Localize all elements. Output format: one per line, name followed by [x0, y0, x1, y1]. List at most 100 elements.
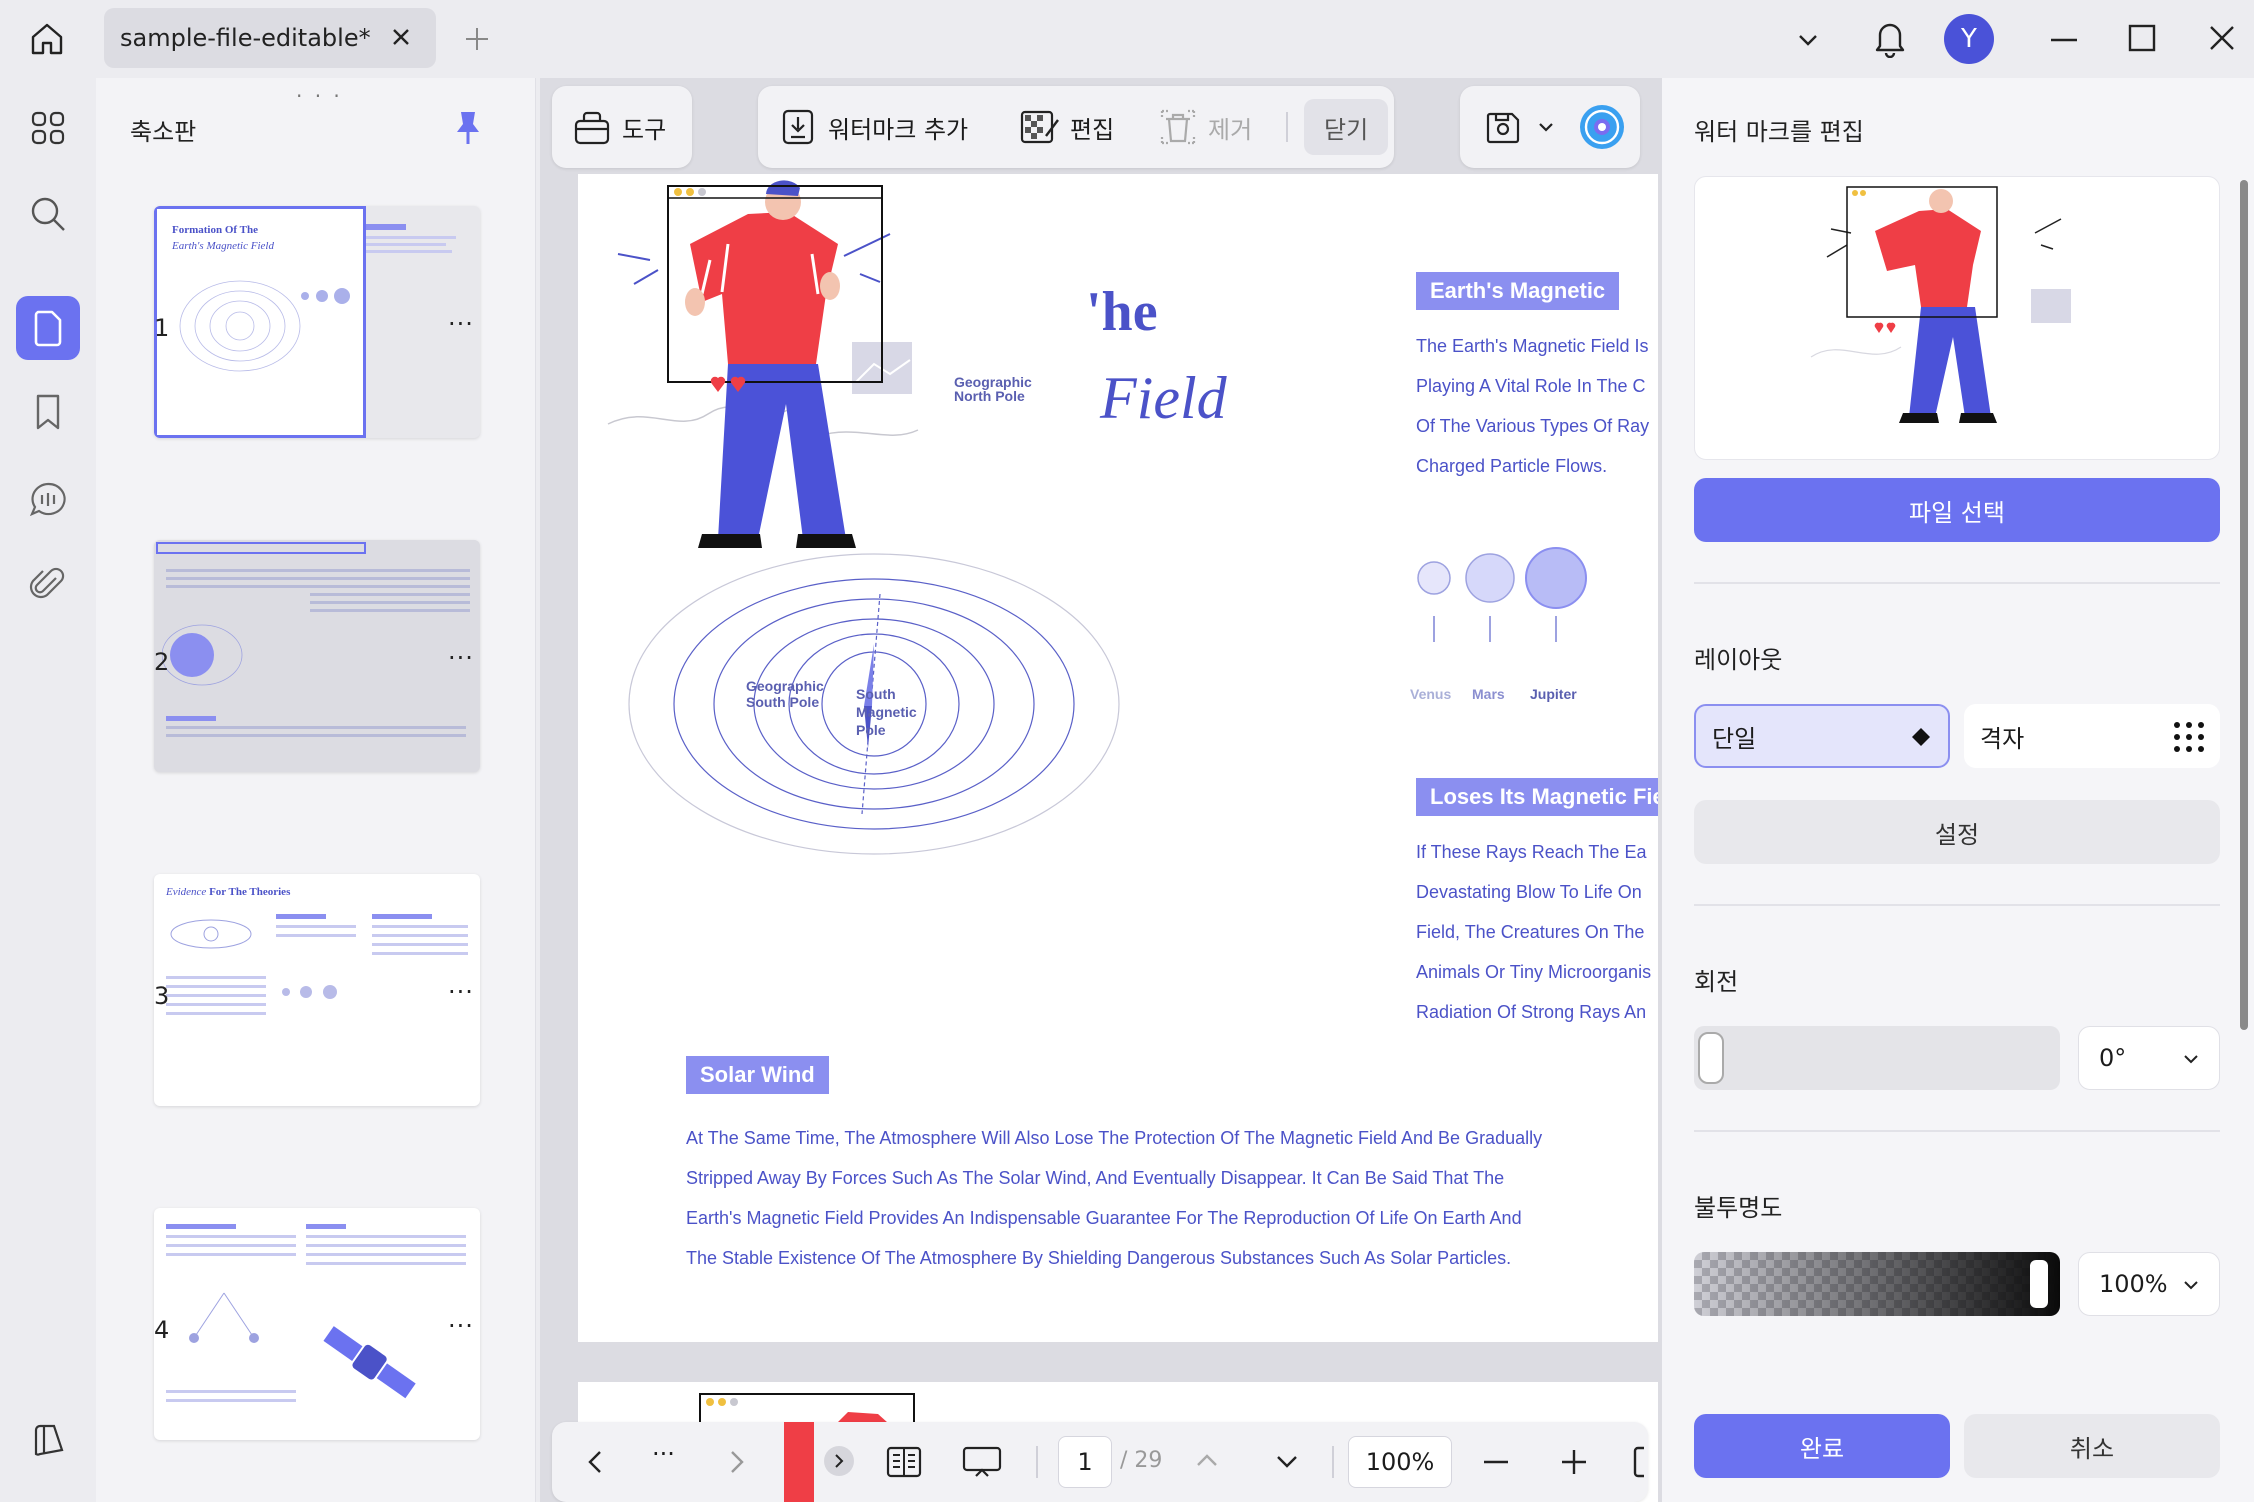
loses-line-1: If These Rays Reach The Ea — [1416, 842, 1647, 862]
rotation-slider-handle[interactable] — [1698, 1032, 1724, 1084]
close-window-icon[interactable] — [2202, 18, 2242, 58]
more-options-icon[interactable]: ··· — [652, 1440, 675, 1468]
rotation-select[interactable]: 0° — [2078, 1026, 2220, 1090]
thumb-1-diagram — [179, 280, 350, 372]
toolbox-icon — [574, 111, 610, 145]
opacity-label: 불투명도 — [1694, 1194, 1783, 1222]
save-button[interactable] — [1484, 86, 1522, 168]
rotation-label: 회전 — [1694, 968, 1739, 996]
chevron-down-icon[interactable] — [1788, 20, 1828, 60]
earth-line-4: Charged Particle Flows. — [1416, 456, 1608, 476]
close-tab-icon[interactable] — [386, 22, 416, 52]
solar-line-3: Earth's Magnetic Field Provides An Indis… — [686, 1208, 1522, 1228]
page-thumbnail-4[interactable] — [154, 1208, 480, 1440]
earth-magnetic-heading: Earth's Magnetic — [1416, 272, 1620, 310]
side-panel-icon[interactable] — [16, 1408, 80, 1472]
page-number-input[interactable]: 1 — [1058, 1436, 1112, 1488]
maximize-icon[interactable] — [2122, 18, 2162, 58]
avatar-letter: Y — [1961, 24, 1977, 54]
person-illustration — [607, 180, 919, 548]
fit-width-icon[interactable] — [1632, 1444, 1646, 1480]
divider-2 — [1694, 904, 2220, 906]
done-button[interactable]: 완료 — [1694, 1414, 1950, 1478]
solar-line-2: Stripped Away By Forces Such As The Sola… — [686, 1168, 1505, 1188]
comment-icon[interactable] — [16, 468, 80, 532]
planet-label-jupiter: Jupiter — [1530, 686, 1577, 702]
rotation-value: 0° — [2099, 1044, 2127, 1072]
new-tab-icon[interactable] — [458, 20, 496, 58]
save-dropdown-chevron-icon[interactable] — [1536, 86, 1556, 168]
bell-icon[interactable] — [1868, 14, 1912, 62]
bookmark-icon[interactable] — [16, 380, 80, 444]
south-pole-label-1: Geographic — [746, 678, 824, 694]
thumb-4-diagram — [189, 1292, 259, 1343]
close-watermark-button[interactable]: 닫기 — [1304, 99, 1389, 155]
thumb-4-more-button[interactable]: ··· — [448, 1312, 474, 1340]
cancel-button[interactable]: 취소 — [1964, 1414, 2220, 1478]
thumb-2-more-button[interactable]: ··· — [448, 644, 474, 672]
zoom-input[interactable]: 100% — [1348, 1436, 1452, 1488]
page-thumbnail-2[interactable] — [154, 540, 480, 772]
document-tab[interactable]: sample-file-editable* — [104, 8, 436, 68]
minimize-icon[interactable] — [2044, 20, 2084, 60]
watermark-edit-panel: 워터 마크를 편집 파일 선택 레이아웃 단일 격자 설정 회전 0° 불투명도… — [1662, 78, 2254, 1502]
thumbnails-icon[interactable] — [16, 296, 80, 360]
opacity-select[interactable]: 100% — [2078, 1252, 2220, 1316]
grid-apps-icon[interactable] — [16, 96, 80, 160]
save-icon — [1486, 112, 1520, 144]
zoom-value: 100% — [1365, 1448, 1435, 1476]
two-page-view-icon[interactable] — [884, 1442, 924, 1482]
watermark-add-icon — [782, 109, 814, 145]
tools-button[interactable]: 도구 — [572, 86, 666, 168]
page-thumbnail-1[interactable]: Formation Of The Earth's Magnetic Field — [154, 206, 480, 438]
avatar[interactable]: Y — [1944, 14, 1994, 64]
layout-grid-option[interactable]: 격자 — [1964, 704, 2220, 768]
panel-scrollbar[interactable] — [2240, 180, 2248, 1030]
page-thumbnail-3[interactable]: Evidence For The Theories — [154, 874, 480, 1106]
tools-toolbar: 도구 — [552, 86, 692, 168]
select-file-button[interactable]: 파일 선택 — [1694, 478, 2220, 542]
cancel-label: 취소 — [2069, 1434, 2115, 1463]
grid-dots-icon — [2174, 722, 2204, 752]
home-icon[interactable] — [22, 14, 72, 64]
remove-watermark-button[interactable]: 제거 — [1158, 86, 1252, 168]
document-tab-label: sample-file-editable* — [120, 24, 371, 52]
opacity-slider-handle[interactable] — [2030, 1260, 2048, 1308]
page-down-icon[interactable] — [1270, 1444, 1304, 1478]
layout-grid-label: 격자 — [1980, 724, 2025, 753]
opacity-slider[interactable] — [1694, 1252, 2060, 1316]
prev-arrow-icon[interactable] — [578, 1444, 614, 1480]
divider-1 — [1694, 582, 2220, 584]
total-pages: / 29 — [1120, 1448, 1163, 1473]
diamond-icon — [1912, 728, 1930, 746]
expand-circle-icon[interactable] — [824, 1446, 854, 1476]
panel-drag-handle[interactable]: · · · — [296, 84, 343, 108]
search-icon[interactable] — [16, 182, 80, 246]
add-watermark-button[interactable]: 워터마크 추가 — [778, 86, 968, 168]
presentation-icon[interactable] — [960, 1442, 1004, 1482]
thumb-3-title-a: Evidence — [166, 886, 207, 898]
left-rail — [0, 78, 96, 1502]
layout-single-option[interactable]: 단일 — [1694, 704, 1950, 768]
toolbar-divider — [1286, 112, 1288, 142]
thumb-3-title-b: For The Theories — [209, 886, 291, 898]
zoom-in-icon[interactable] — [1556, 1444, 1592, 1480]
attachment-icon[interactable] — [16, 552, 80, 616]
done-label: 완료 — [1799, 1434, 1845, 1463]
thumb-3-more-button[interactable]: ··· — [448, 978, 474, 1006]
thumbnails-title: 축소판 — [130, 118, 197, 146]
pin-icon[interactable] — [452, 108, 484, 148]
zoom-out-icon[interactable] — [1478, 1444, 1514, 1480]
page-up-icon[interactable] — [1190, 1444, 1224, 1478]
south-magnetic-label-3: Pole — [856, 722, 886, 738]
thumb-1-more-button[interactable]: ··· — [448, 310, 474, 338]
ai-assistant-icon[interactable] — [1578, 86, 1626, 168]
rotation-slider[interactable] — [1694, 1026, 2060, 1090]
remove-label: 제거 — [1208, 115, 1253, 144]
settings-button[interactable]: 설정 — [1694, 800, 2220, 864]
edit-watermark-button[interactable]: 편집 — [1018, 86, 1114, 168]
edit-label: 편집 — [1070, 115, 1115, 144]
chevron-down-icon — [2184, 1281, 2198, 1290]
next-arrow-icon[interactable] — [718, 1444, 754, 1480]
earth-line-3: Of The Various Types Of Ray — [1416, 416, 1650, 436]
